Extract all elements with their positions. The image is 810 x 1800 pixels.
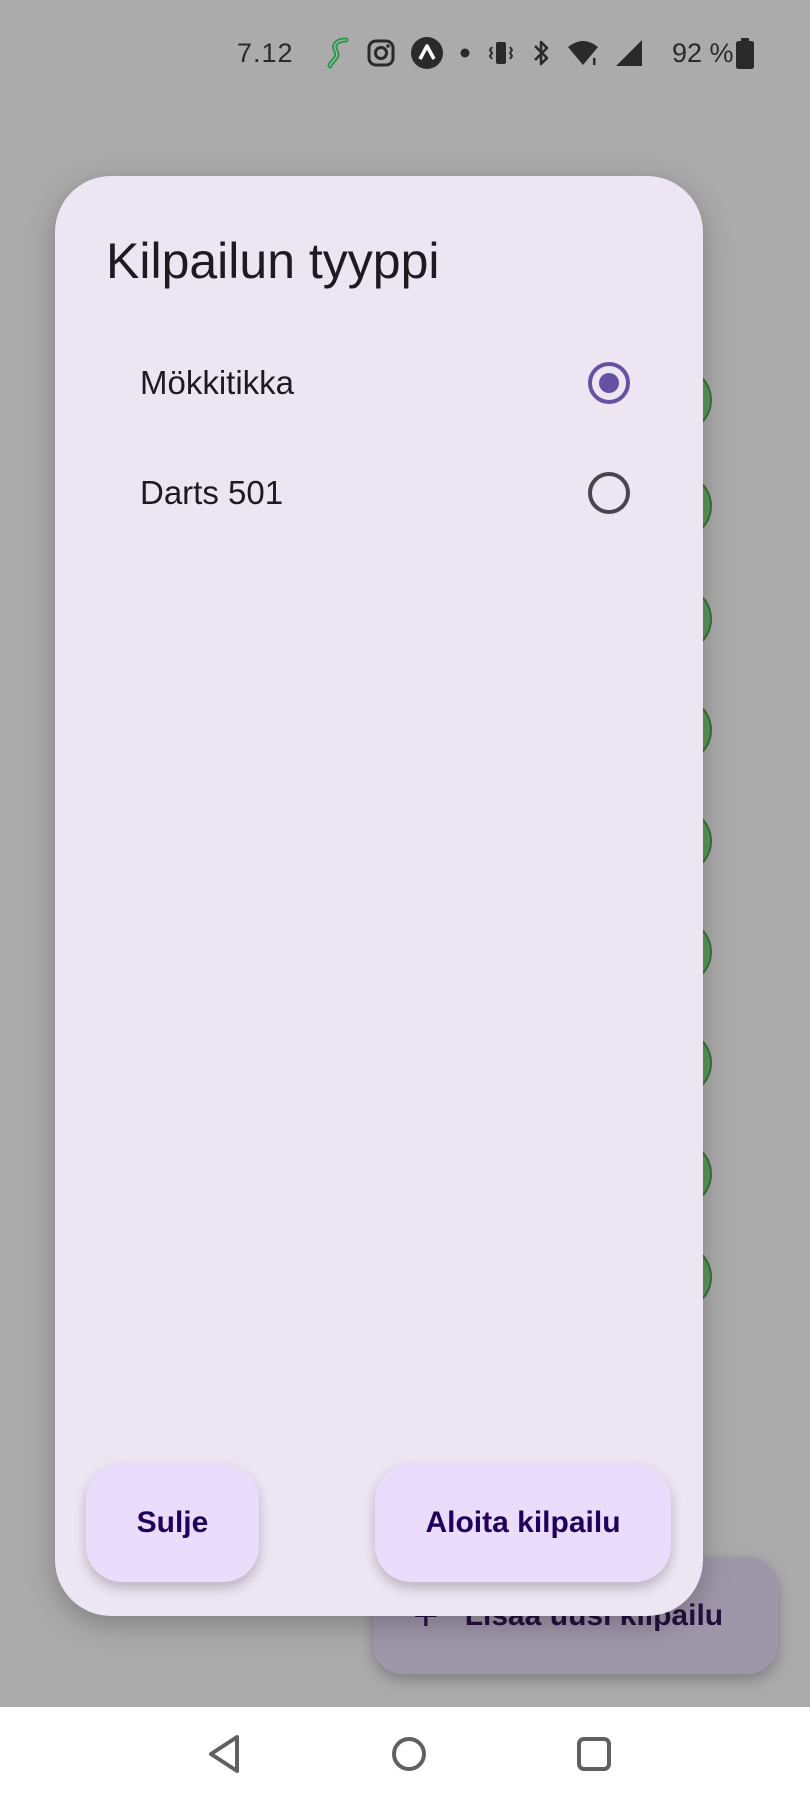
competition-type-dialog: Kilpailun tyyppi Mökkitikka Darts 501 Su… bbox=[55, 176, 703, 1616]
instagram-icon bbox=[367, 39, 395, 67]
radio-button[interactable] bbox=[588, 472, 630, 514]
back-icon[interactable] bbox=[199, 1729, 249, 1779]
home-icon[interactable] bbox=[384, 1729, 434, 1779]
option-darts-501[interactable]: Darts 501 bbox=[140, 453, 670, 533]
navigation-bar bbox=[0, 1707, 810, 1800]
option-label: Darts 501 bbox=[140, 474, 284, 511]
option-mokkitikka[interactable]: Mökkitikka bbox=[140, 343, 670, 423]
radio-button-selected[interactable] bbox=[588, 362, 630, 404]
signal-icon bbox=[616, 40, 642, 66]
battery-icon bbox=[736, 38, 754, 69]
start-competition-button[interactable]: Aloita kilpailu bbox=[375, 1464, 671, 1582]
s-app-icon bbox=[327, 37, 349, 69]
status-icons bbox=[326, 36, 644, 70]
wifi-icon bbox=[568, 41, 598, 65]
option-label: Mökkitikka bbox=[140, 364, 295, 401]
bluetooth-icon bbox=[534, 40, 549, 66]
dialog-title: Kilpailun tyyppi bbox=[106, 233, 440, 289]
expo-icon bbox=[411, 37, 443, 69]
battery-percent: 92 % bbox=[672, 38, 734, 68]
close-button[interactable]: Sulje bbox=[86, 1464, 259, 1582]
status-bar: 7.12 92 % bbox=[0, 0, 810, 110]
recents-icon[interactable] bbox=[569, 1729, 619, 1779]
vibrate-icon bbox=[488, 42, 514, 64]
status-time: 7.12 bbox=[237, 38, 294, 68]
dot-icon bbox=[460, 48, 470, 58]
